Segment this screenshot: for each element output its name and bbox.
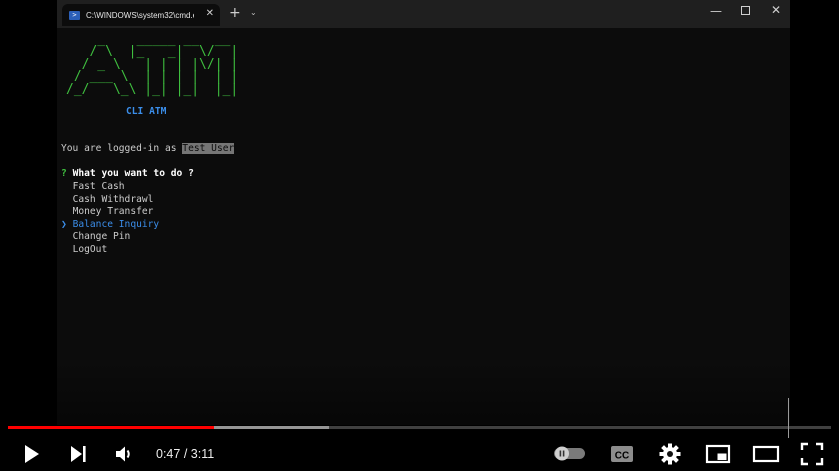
captions-button[interactable]: CC [609, 443, 635, 465]
menu-item-label: Money Transfer [72, 206, 154, 218]
menu-item[interactable]: ❯ Balance Inquiry [61, 219, 159, 232]
play-icon [25, 445, 39, 463]
new-tab-button[interactable]: + [229, 5, 241, 21]
menu-question: What you want to do ? [72, 168, 194, 179]
menu-item-label: Fast Cash [72, 181, 125, 192]
svg-text:CC: CC [615, 451, 629, 462]
logged-in-user: Test User [182, 143, 235, 154]
terminal-titlebar: > C:\WINDOWS\system32\cmd.e ✕ + ⌄ — ✕ [57, 0, 790, 28]
progress-played [8, 426, 214, 429]
menu-item[interactable]: LogOut [61, 244, 159, 257]
menu-item-label: LogOut [72, 243, 108, 255]
settings-button[interactable] [658, 442, 682, 466]
menu-item[interactable]: Fast Cash [61, 181, 159, 194]
minimize-button[interactable]: — [710, 4, 722, 18]
menu-pointer-spacer [61, 206, 67, 217]
terminal-tab[interactable]: > C:\WINDOWS\system32\cmd.e ✕ [62, 4, 220, 26]
menu-item-label: Cash Withdrawl [72, 193, 154, 205]
theater-icon [752, 445, 780, 463]
chevron-down-icon[interactable]: ⌄ [250, 8, 257, 17]
ascii-art-banner: _ _____ __ __ / \ |_ _| \/ | / _ \ | | |… [66, 32, 239, 97]
tab-close-icon[interactable]: ✕ [206, 8, 214, 20]
menu-item-label: Balance Inquiry [72, 218, 160, 230]
login-status: You are logged-in as Test User [61, 143, 235, 156]
fullscreen-icon [800, 442, 824, 466]
miniplayer-icon [705, 444, 731, 464]
selection-pointer-icon: ❯ [61, 218, 67, 230]
theater-mode-button[interactable] [752, 443, 780, 465]
menu-item[interactable]: Change Pin [61, 231, 159, 244]
volume-icon [116, 446, 130, 462]
duration: 3:11 [190, 447, 215, 461]
menu-pointer-spacer [61, 181, 67, 192]
time-display: 0:47 / 3:11 [156, 446, 214, 462]
video-player[interactable]: > C:\WINDOWS\system32\cmd.e ✕ + ⌄ — ✕ _ … [0, 0, 839, 471]
progress-bar[interactable] [8, 426, 831, 429]
banner-subtitle: CLI ATM [126, 106, 167, 117]
menu-pointer-spacer [61, 194, 67, 205]
tab-title: C:\WINDOWS\system32\cmd.e [86, 10, 194, 20]
menu-list: Fast Cash Cash Withdrawl Money Transfer ❯… [61, 181, 159, 257]
cc-icon: CC [611, 446, 633, 462]
next-button[interactable] [67, 443, 89, 465]
miniplayer-button[interactable] [705, 443, 731, 465]
volume-button[interactable] [113, 443, 135, 465]
menu-pointer-spacer [61, 244, 67, 255]
autoplay-toggle[interactable] [553, 446, 586, 461]
play-button[interactable] [20, 443, 42, 465]
maximize-button[interactable] [741, 6, 750, 15]
mouse-cursor [788, 398, 789, 438]
menu-prompt: ? What you want to do ? [61, 168, 194, 181]
time-separator: / [180, 447, 191, 461]
fullscreen-button[interactable] [800, 442, 824, 466]
autoplay-toggle-icon [554, 446, 585, 461]
close-window-button[interactable]: ✕ [771, 3, 781, 17]
menu-pointer-spacer [61, 231, 67, 242]
powershell-icon: > [69, 10, 80, 20]
current-time: 0:47 [156, 447, 181, 461]
menu-item[interactable]: Cash Withdrawl [61, 194, 159, 207]
next-icon [71, 446, 86, 462]
menu-item[interactable]: Money Transfer [61, 206, 159, 219]
login-prefix: You are logged-in as [61, 143, 183, 154]
gear-icon [659, 443, 681, 465]
menu-item-label: Change Pin [72, 231, 131, 243]
question-mark: ? [61, 168, 67, 179]
